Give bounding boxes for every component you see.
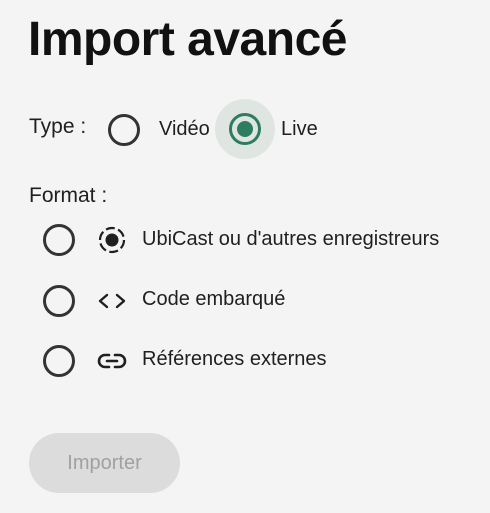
format-option-ubicast-label[interactable]: UbiCast ou d'autres enregistreurs bbox=[142, 228, 439, 251]
format-radio-external[interactable] bbox=[43, 345, 75, 377]
import-button[interactable]: Importer bbox=[29, 433, 180, 493]
type-label: Type : bbox=[29, 115, 87, 138]
type-radio-video[interactable] bbox=[108, 114, 140, 146]
code-icon bbox=[96, 285, 128, 317]
page-title: Import avancé bbox=[28, 13, 347, 66]
format-option-external-label[interactable]: Références externes bbox=[142, 348, 327, 371]
link-icon bbox=[96, 345, 128, 377]
type-option-video-label[interactable]: Vidéo bbox=[159, 118, 210, 141]
radio-checked-indicator bbox=[229, 113, 261, 145]
format-radio-code[interactable] bbox=[43, 285, 75, 317]
record-icon bbox=[96, 224, 128, 256]
type-option-live-label[interactable]: Live bbox=[281, 118, 318, 141]
format-option-code-label[interactable]: Code embarqué bbox=[142, 288, 285, 311]
radio-dot bbox=[237, 121, 253, 137]
format-label: Format : bbox=[29, 184, 108, 207]
format-radio-ubicast[interactable] bbox=[43, 224, 75, 256]
type-radio-live[interactable] bbox=[215, 99, 275, 159]
